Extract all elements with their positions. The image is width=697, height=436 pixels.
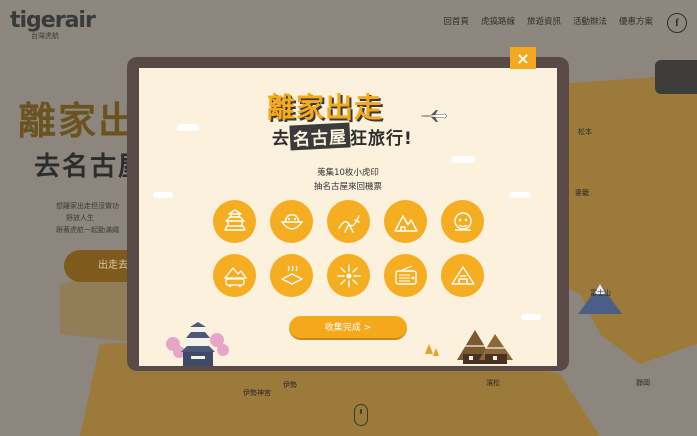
airplane-icon <box>421 110 447 122</box>
nav-item-home[interactable]: 回首頁 <box>443 15 469 27</box>
cloud-decoration <box>509 192 531 198</box>
mountain-village-stamp-icon[interactable] <box>384 200 427 243</box>
food-tray-stamp-icon[interactable] <box>270 254 313 297</box>
subtitle-suffix: 狂旅行! <box>350 129 413 149</box>
train-stamp-icon[interactable] <box>213 254 256 297</box>
background-description: 想離家出走但沒做功 野放人生 跟著虎航一起動滿繩 <box>56 200 119 236</box>
gassho-house-stamp-icon[interactable] <box>441 254 484 297</box>
firework-stamp-icon[interactable] <box>327 254 370 297</box>
stamp-collection-modal: 離家出走 去名古屋 狂旅行! 蒐集10枚小虎印 抽名古屋來回機票 收集完成 > <box>139 68 557 366</box>
map-label: 妻籠 <box>575 189 589 197</box>
stamp-grid <box>213 200 493 297</box>
side-book-tab[interactable] <box>655 60 697 94</box>
tigerair-logo[interactable]: tigerair <box>10 8 96 33</box>
radio-stamp-icon[interactable] <box>384 254 427 297</box>
nav-item-offers[interactable]: 優惠方案 <box>619 15 653 27</box>
dragon-stamp-icon[interactable] <box>327 200 370 243</box>
background-desc-line: 跟著虎航一起動滿繩 <box>56 226 119 234</box>
noodle-bowl-stamp-icon[interactable] <box>270 200 313 243</box>
cloud-decoration <box>153 192 173 198</box>
nav-item-event-rules[interactable]: 活動辦法 <box>573 15 607 27</box>
map-label: 松本 <box>578 128 592 136</box>
cloud-decoration <box>521 314 541 320</box>
scroll-mouse-icon <box>354 404 368 426</box>
modal-subtitle: 去名古屋 狂旅行! <box>272 122 413 152</box>
modal-title: 離家出走 <box>267 91 384 124</box>
collect-complete-button[interactable]: 收集完成 > <box>289 316 407 340</box>
modal-description-line2: 抽名古屋來回機票 <box>313 182 382 192</box>
monkey-stamp-icon[interactable] <box>441 200 484 243</box>
map-label: 富士山 <box>590 289 611 297</box>
subtitle-prefix: 去 <box>272 129 290 149</box>
modal-description-line1: 蒐集10枚小虎印 <box>317 168 379 178</box>
nav-item-routes[interactable]: 虎搞路線 <box>481 15 515 27</box>
map-label: 濱松 <box>486 379 500 387</box>
facebook-icon[interactable]: f <box>667 13 687 33</box>
gassho-village-illustration <box>425 330 513 364</box>
background-desc-line: 野放人生 <box>66 214 94 222</box>
map-label: 伊勢神宮 <box>243 389 271 397</box>
main-nav: 回首頁 虎搞路線 旅遊資訊 活動辦法 優惠方案 <box>443 15 653 27</box>
map-label: 靜岡 <box>636 379 650 387</box>
logo-subtitle: 台灣虎航 <box>31 32 59 40</box>
castle-stamp-icon[interactable] <box>213 200 256 243</box>
cloud-decoration <box>451 156 475 163</box>
castle-illustration <box>166 322 229 366</box>
background-desc-line: 想離家出走但沒做功 <box>56 202 119 210</box>
nav-item-travel-info[interactable]: 旅遊資訊 <box>527 15 561 27</box>
cloud-decoration <box>177 124 199 131</box>
subtitle-highlight: 名古屋 <box>289 122 351 151</box>
map-label: 伊勢 <box>283 381 297 389</box>
close-icon[interactable]: × <box>510 47 536 69</box>
